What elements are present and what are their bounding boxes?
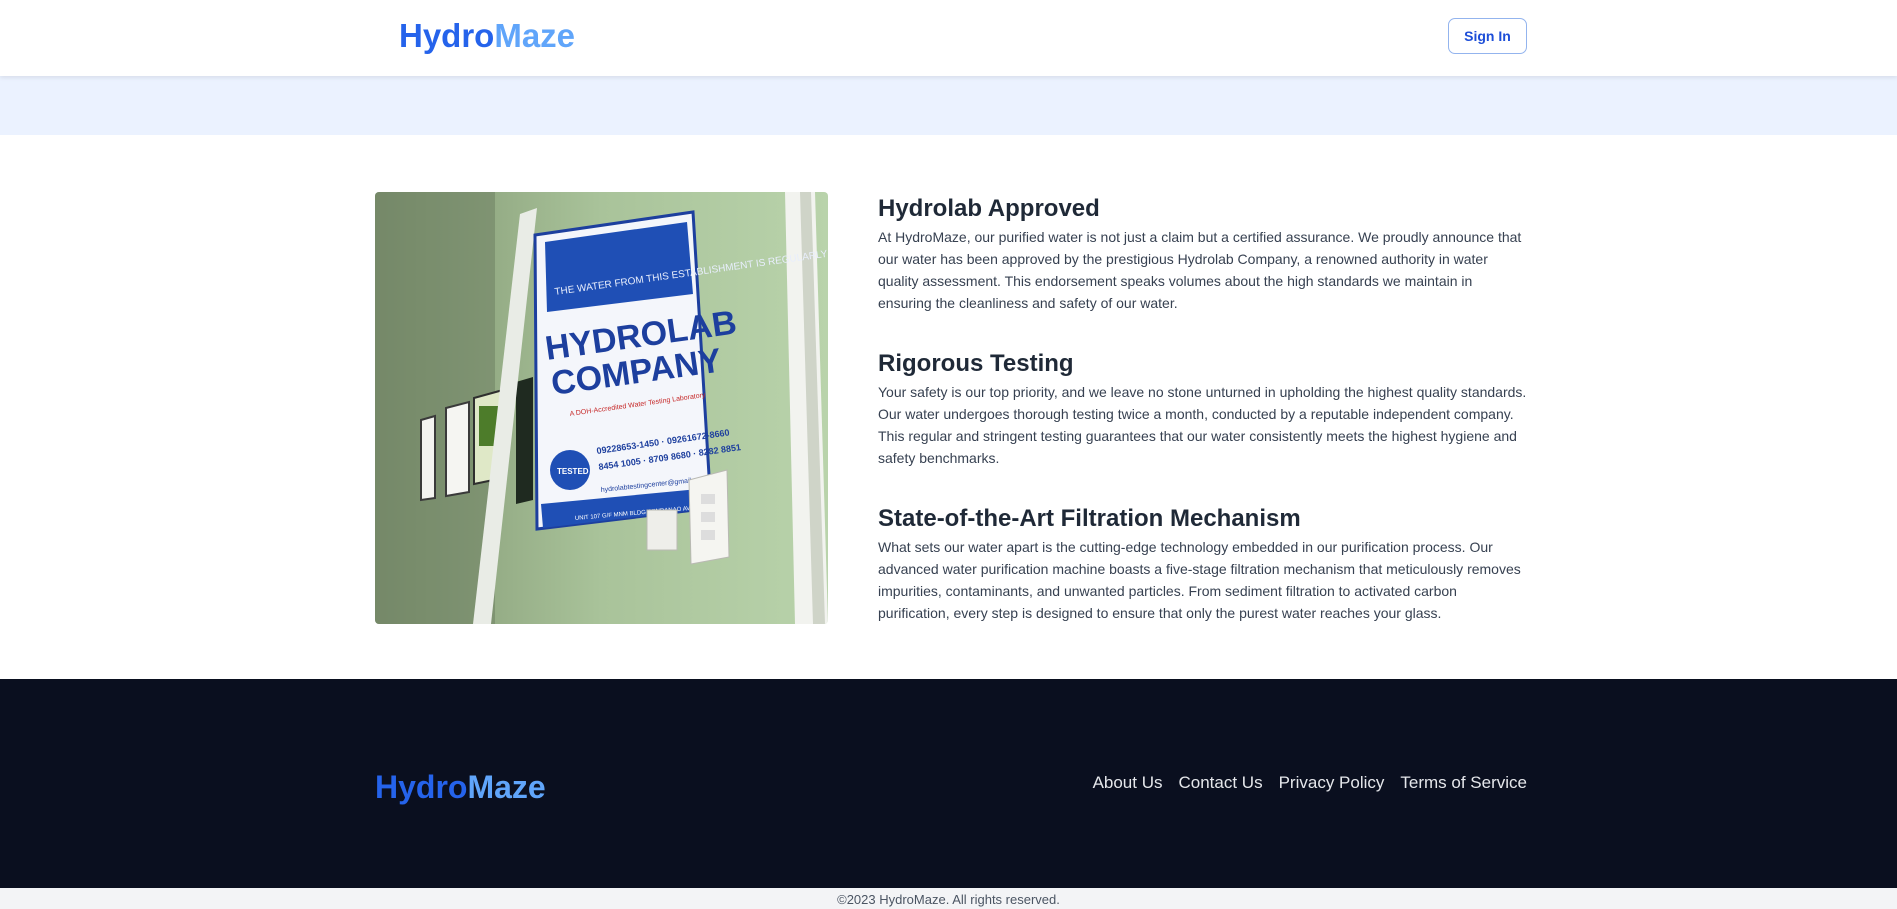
site-header: HydroMaze Sign In	[0, 0, 1897, 76]
header-logo[interactable]: HydroMaze	[399, 16, 575, 56]
footer-link-contact-us[interactable]: Contact Us	[1179, 773, 1263, 793]
feature-filtration-mechanism: State-of-the-Art Filtration Mechanism Wh…	[878, 502, 1528, 624]
footer-logo[interactable]: HydroMaze	[375, 767, 546, 807]
feature-description: Your safety is our top priority, and we …	[878, 384, 1527, 466]
footer-link-privacy-policy[interactable]: Privacy Policy	[1279, 773, 1385, 793]
footer-nav: About Us Contact Us Privacy Policy Terms…	[1093, 773, 1527, 793]
feature-description: What sets our water apart is the cutting…	[878, 539, 1521, 621]
logo-part-maze: Maze	[494, 17, 576, 54]
hydrolab-sign-photo: THE WATER FROM THIS ESTABLISHMENT IS REG…	[375, 192, 828, 624]
feature-title: Hydrolab Approved	[878, 195, 1100, 222]
site-footer: HydroMaze About Us Contact Us Privacy Po…	[0, 679, 1897, 888]
footer-link-terms-of-service[interactable]: Terms of Service	[1400, 773, 1527, 793]
feature-title: State-of-the-Art Filtration Mechanism	[878, 505, 1301, 532]
feature-description: At HydroMaze, our purified water is not …	[878, 229, 1522, 311]
features-section: Hydrolab Approved At HydroMaze, our puri…	[878, 192, 1528, 657]
sign-in-button[interactable]: Sign In	[1448, 18, 1527, 54]
copyright-text: ©2023 HydroMaze. All rights reserved.	[0, 888, 1897, 909]
logo-part-maze: Maze	[467, 769, 546, 805]
sign-seal-text: TESTED	[557, 467, 589, 476]
logo-part-hydro: Hydro	[375, 769, 468, 805]
hero-band	[0, 76, 1897, 135]
logo-part-hydro: Hydro	[399, 17, 495, 54]
footer-link-about-us[interactable]: About Us	[1093, 773, 1163, 793]
feature-rigorous-testing: Rigorous Testing Your safety is our top …	[878, 347, 1528, 469]
feature-title: Rigorous Testing	[878, 350, 1074, 377]
feature-hydrolab-approved: Hydrolab Approved At HydroMaze, our puri…	[878, 192, 1528, 314]
